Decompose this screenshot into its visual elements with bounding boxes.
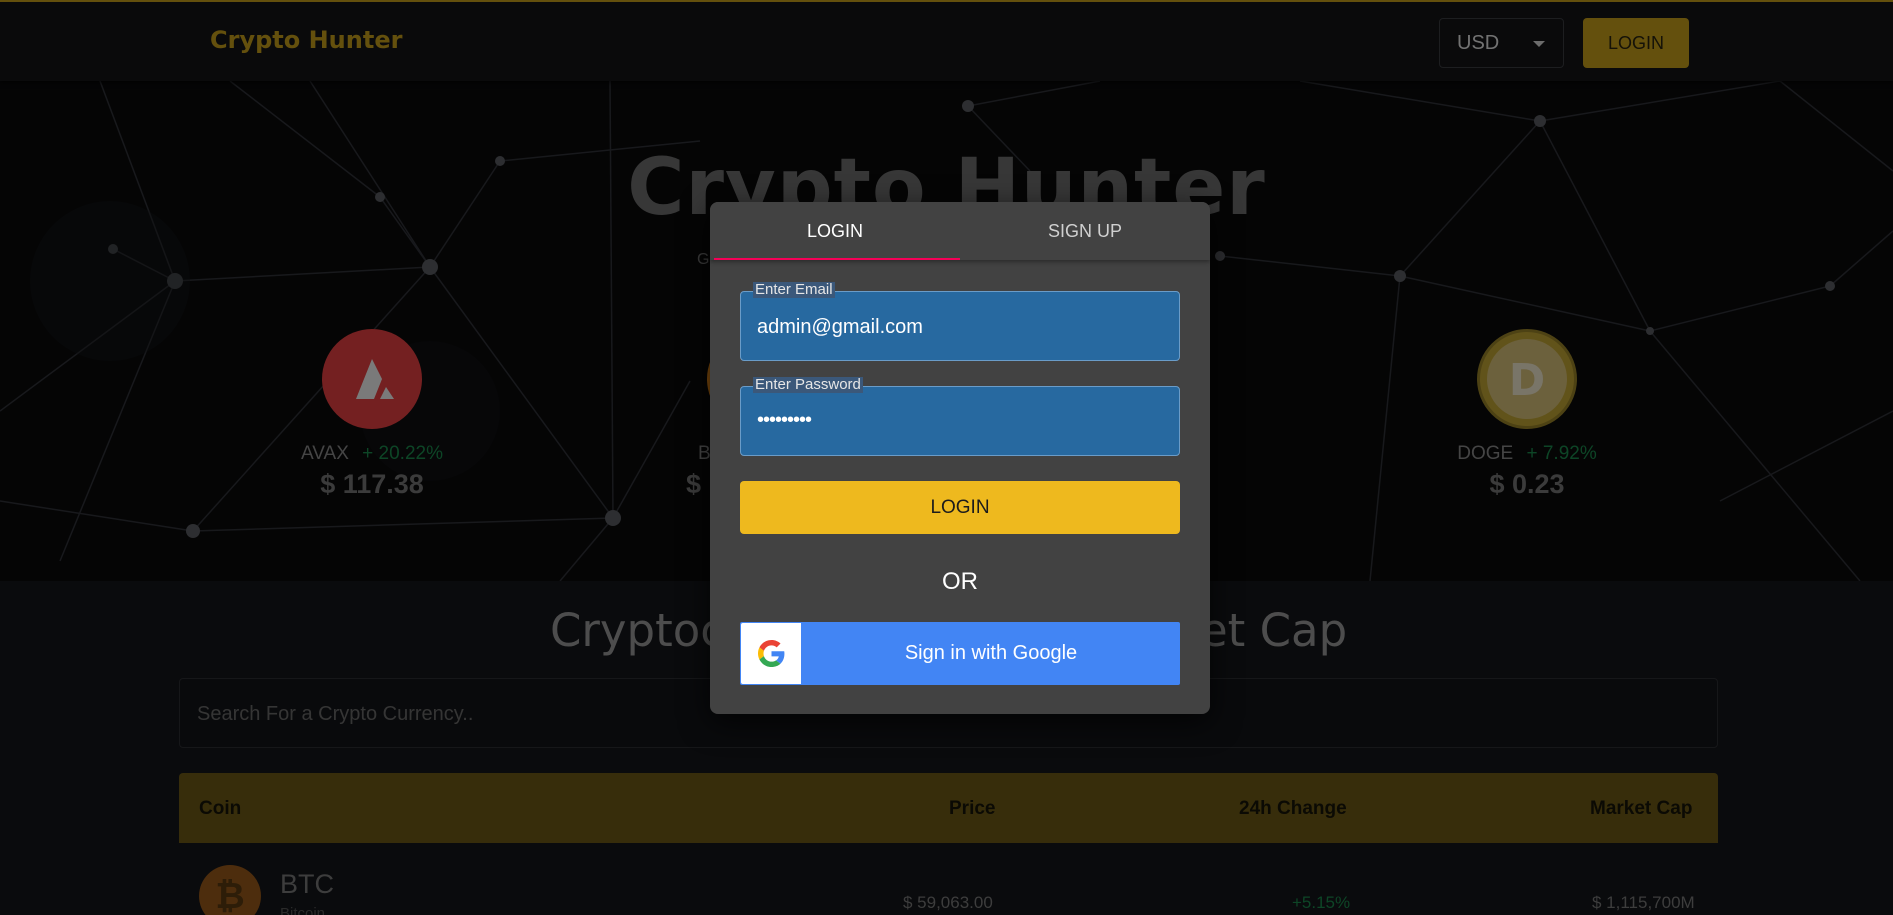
or-divider: OR bbox=[942, 568, 978, 595]
google-signin-button[interactable]: Sign in with Google bbox=[740, 622, 1180, 685]
password-label: Enter Password bbox=[753, 376, 863, 393]
google-signin-label: Sign in with Google bbox=[904, 642, 1078, 664]
tab-sign-up[interactable]: SIGN UP bbox=[960, 202, 1210, 260]
google-icon bbox=[741, 623, 801, 684]
tab-login[interactable]: LOGIN bbox=[710, 202, 960, 260]
tab-indicator bbox=[714, 258, 960, 260]
password-field[interactable]: Enter Password ••••••••• bbox=[740, 377, 1180, 456]
password-value: ••••••••• bbox=[757, 409, 812, 431]
auth-modal: LOGIN SIGN UP Enter Email admin@gmail.co… bbox=[710, 202, 1210, 714]
auth-tabs: LOGIN SIGN UP bbox=[710, 202, 1210, 260]
email-field[interactable]: Enter Email admin@gmail.com bbox=[740, 282, 1180, 361]
email-label: Enter Email bbox=[753, 281, 835, 298]
email-value: admin@gmail.com bbox=[757, 316, 923, 338]
login-submit-button[interactable]: LOGIN bbox=[740, 481, 1180, 534]
